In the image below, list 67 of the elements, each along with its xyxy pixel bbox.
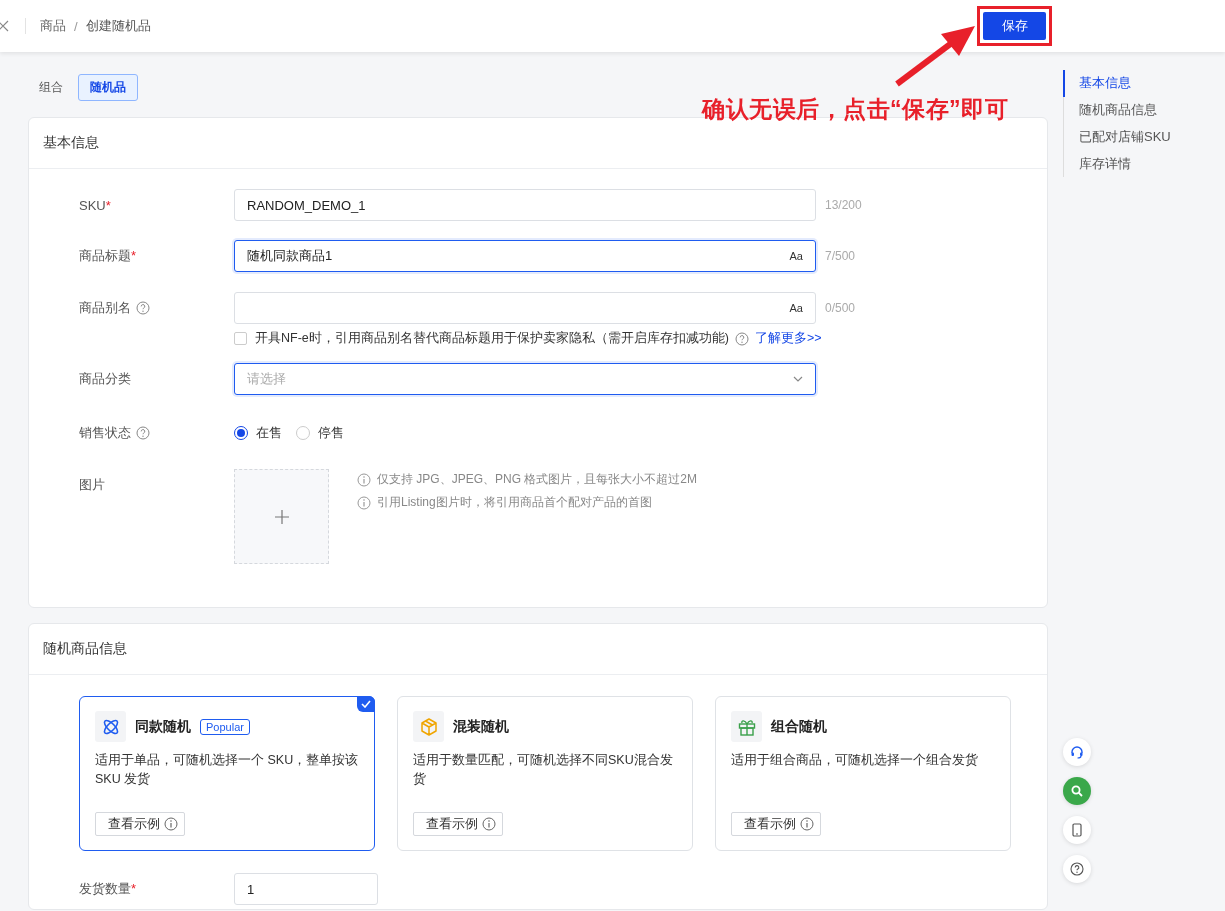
breadcrumb-separator: / [74,18,78,34]
char-counter: 13/200 [825,197,862,214]
radio-option[interactable]: 在售 [234,424,282,442]
example-button[interactable]: 查看示例 [413,812,503,836]
checkbox[interactable] [234,332,247,345]
random-type-card[interactable]: 同款随机 Popular 适用于单品，可随机选择一个 SKU，整单按该 SKU 发货 查看示例 [79,696,375,851]
card-description: 适用于单品，可随机选择一个 SKU，整单按该 SKU 发货 [95,752,359,788]
field-label: 销售状态 [79,424,131,442]
search-icon [1071,785,1083,797]
text-field[interactable]: Aa [234,292,816,324]
case-toggle[interactable]: Aa [789,250,803,262]
anchor-link[interactable]: 库存详情 [1063,151,1171,178]
random-type-card[interactable]: 混装随机 适用于数量匹配，可随机选择不同SKU混合发货 查看示例 [397,696,693,851]
field-label: 图片 [79,476,105,494]
popular-badge: Popular [200,718,250,735]
annotation-text: 确认无误后，点击“保存”即可 [702,95,1008,124]
info-icon [357,495,371,510]
chevron-down-icon [793,376,803,382]
mobile-button[interactable] [1063,816,1091,844]
breadcrumb-current: 创建随机品 [85,17,151,35]
random-type-card[interactable]: 组合随机 适用于组合商品，可随机选择一个组合发货 查看示例 [715,696,1011,851]
type-tab[interactable]: 随机品 [78,73,138,101]
hint-text: 引用Listing图片时，将引用商品首个配对产品的首图 [377,494,652,511]
info-icon [482,817,496,831]
info-icon [164,817,178,831]
card-title: 组合随机 [771,717,827,736]
section-title: 基本信息 [43,134,99,152]
breadcrumb-link[interactable]: 商品 [40,17,66,35]
card-title: 混装随机 [453,717,509,736]
field-label: 商品标题* [79,247,137,265]
learn-more-link[interactable]: 了解更多>> [754,330,822,347]
char-counter: 0/500 [825,300,856,317]
quantity-field[interactable]: 1 [234,873,378,905]
anchor-link[interactable]: 随机商品信息 [1063,97,1171,124]
text-field[interactable]: RANDOM_DEMO_1 [234,189,816,221]
card-title: 同款随机 [135,717,191,736]
anchor-link[interactable]: 基本信息 [1063,70,1171,97]
card-description: 适用于数量匹配，可随机选择不同SKU混合发货 [413,752,674,788]
search-button[interactable] [1063,777,1091,805]
section-title: 随机商品信息 [43,640,127,658]
char-counter: 7/500 [825,248,856,265]
headset-icon [1070,745,1084,759]
field-label: 发货数量* [79,880,137,898]
phone-icon [1072,823,1082,837]
type-tab[interactable]: 组合 [38,73,64,101]
info-icon [800,817,814,831]
hint-text: 仅支持 JPG、JPEG、PNG 格式图片，且每张大小不超过2M [377,471,698,488]
close-icon [0,20,9,32]
field-label: 商品分类 [79,370,131,388]
radio-option[interactable]: 停售 [296,424,344,442]
save-button[interactable]: 保存 [983,12,1046,40]
check-icon [361,700,371,708]
case-toggle[interactable]: Aa [789,302,803,314]
field-label: 商品别名 [79,299,131,317]
card-description: 适用于组合商品，可随机选择一个组合发货 [731,752,979,769]
box-icon [418,716,439,737]
text-field[interactable]: 随机同款商品1 Aa [234,240,816,272]
help-icon [1070,862,1084,876]
anchor-link[interactable]: 已配对店铺SKU [1063,124,1171,151]
plus-icon [273,508,290,525]
support-button[interactable] [1063,738,1091,766]
example-button[interactable]: 查看示例 [731,812,821,836]
checkbox-label: 开具NF-e时，引用商品别名替代商品标题用于保护卖家隐私（需开启库存扣减功能) [255,330,729,347]
info-icon [357,472,371,487]
field-label: SKU* [79,197,111,213]
example-button[interactable]: 查看示例 [95,812,185,836]
help-button[interactable] [1063,855,1091,883]
